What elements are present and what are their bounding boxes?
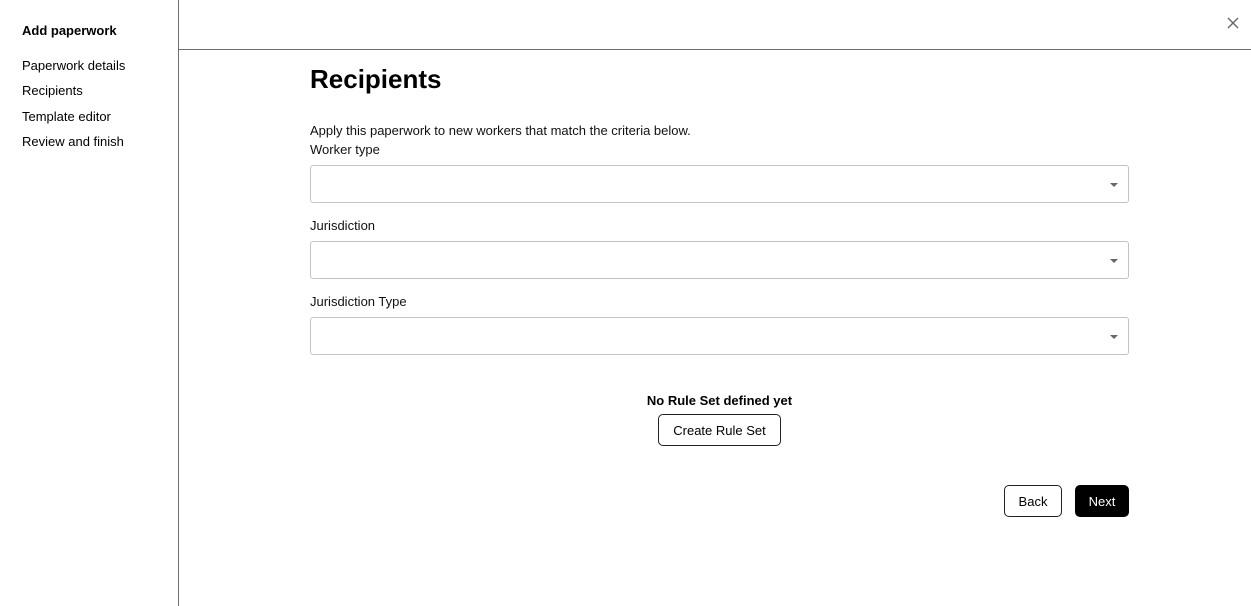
sidebar-item-paperwork-details[interactable]: Paperwork details — [22, 58, 125, 73]
top-bar — [179, 0, 1251, 50]
jurisdiction-type-select[interactable] — [310, 317, 1129, 355]
description-text: Apply this paperwork to new workers that… — [310, 123, 691, 138]
chevron-down-icon — [1110, 259, 1118, 263]
sidebar-item-template-editor[interactable]: Template editor — [22, 109, 111, 124]
sidebar-title: Add paperwork — [22, 23, 117, 38]
empty-rule-set-text: No Rule Set defined yet — [646, 393, 793, 408]
worker-type-label: Worker type — [310, 142, 380, 157]
create-rule-set-button[interactable]: Create Rule Set — [658, 414, 781, 446]
next-button[interactable]: Next — [1075, 485, 1129, 517]
sidebar: Add paperwork Paperwork details Recipien… — [0, 0, 179, 606]
close-button[interactable] — [1224, 14, 1242, 32]
worker-type-select[interactable] — [310, 165, 1129, 203]
page-title: Recipients — [310, 64, 442, 94]
close-icon — [1227, 17, 1239, 29]
chevron-down-icon — [1110, 183, 1118, 187]
jurisdiction-type-label: Jurisdiction Type — [310, 294, 407, 309]
back-button[interactable]: Back — [1004, 485, 1062, 517]
chevron-down-icon — [1110, 335, 1118, 339]
sidebar-item-review-and-finish[interactable]: Review and finish — [22, 134, 124, 149]
jurisdiction-label: Jurisdiction — [310, 218, 376, 233]
sidebar-item-recipients[interactable]: Recipients — [22, 83, 83, 98]
jurisdiction-select[interactable] — [310, 241, 1129, 279]
